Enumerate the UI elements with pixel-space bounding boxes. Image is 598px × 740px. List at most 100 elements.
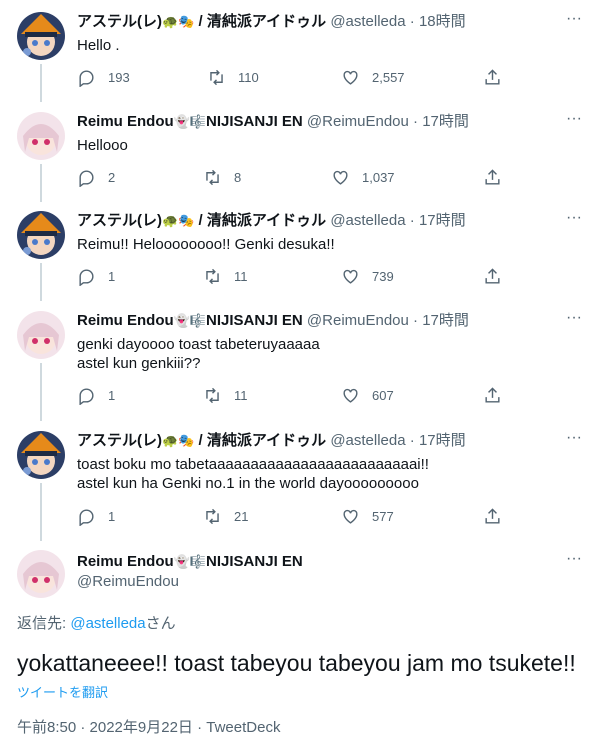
reply-button[interactable]: 1 [77,507,115,526]
like-button[interactable]: 739 [341,267,394,286]
share-icon [485,508,500,524]
retweet-button[interactable]: 21 [203,507,248,526]
share-button[interactable] [483,507,502,531]
tweet-header: Reimu Endou👻🎼NIJISANJI EN @ReimuEndou · … [77,113,469,130]
display-name-suffix[interactable]: / 清純派アイドゥル [194,432,327,449]
thread-line [40,483,42,541]
like-count: 739 [372,269,394,284]
reply-button[interactable]: 193 [77,68,130,87]
tweet[interactable]: アステル(レ)🐢🎭 / 清純派アイドゥル @astelleda · 17時間 ·… [0,210,598,301]
reply-button[interactable]: 1 [77,267,115,286]
thread-line [40,164,42,202]
tweet[interactable]: Reimu Endou👻🎼NIJISANJI EN @ReimuEndou · … [0,111,598,202]
like-button[interactable]: 1,037 [331,168,395,187]
tweet[interactable]: Reimu Endou👻🎼NIJISANJI EN @ReimuEndou · … [0,310,598,421]
share-button[interactable] [483,386,502,410]
more-icon[interactable]: ··· [563,551,585,572]
reply-icon [79,170,94,187]
name-emoji: 👻🎼 [173,313,207,328]
reply-to: 返信先: @astelledaさん [17,612,176,633]
display-name[interactable]: Reimu Endou [77,553,174,570]
display-name[interactable]: Reimu Endou [77,113,174,130]
retweet-count: 8 [234,170,242,185]
retweet-icon [210,69,223,86]
name-emoji: 👻🎼 [173,554,207,569]
reply-button[interactable]: 2 [77,168,115,187]
avatar[interactable] [17,431,65,479]
display-name-suffix[interactable]: NIJISANJI EN [206,312,303,329]
reply-button[interactable]: 1 [77,386,115,405]
name-emoji: 🐢🎭 [162,433,195,448]
like-icon [343,269,358,284]
display-name-suffix[interactable]: / 清純派アイドゥル [194,212,327,229]
more-icon[interactable]: ··· [563,310,585,331]
like-count: 1,037 [362,170,395,185]
share-button[interactable] [483,267,502,291]
tweet[interactable]: アステル(レ)🐢🎭 / 清純派アイドゥル @astelleda · 18時間 ·… [0,11,598,102]
more-icon[interactable]: ··· [563,210,585,231]
handle[interactable]: @astelleda [330,13,405,30]
focused-tweet-header: Reimu Endou👻🎼NIJISANJI EN [77,552,303,572]
like-count: 577 [372,509,394,524]
retweet-button[interactable]: 8 [203,168,241,187]
handle[interactable]: @astelleda [330,432,405,449]
retweet-icon [206,387,219,404]
thread-line [40,363,42,421]
avatar[interactable] [17,311,65,359]
handle[interactable]: @ReimuEndou [307,312,409,329]
like-icon [343,509,358,524]
like-button[interactable]: 607 [341,386,394,405]
display-name[interactable]: Reimu Endou [77,312,174,329]
retweet-button[interactable]: 110 [207,68,259,87]
retweet-button[interactable]: 11 [203,386,248,405]
like-count: 607 [372,388,394,403]
retweet-count: 21 [234,509,249,524]
display-name-suffix[interactable]: NIJISANJI EN [206,553,303,570]
share-icon [485,69,500,85]
like-count: 2,557 [372,70,405,85]
handle[interactable]: @astelleda [330,212,405,229]
like-button[interactable]: 2,557 [341,68,405,87]
reply-count: 1 [108,509,116,524]
like-button[interactable]: 577 [341,507,394,526]
avatar[interactable] [17,12,65,60]
reply-icon [79,269,94,286]
avatar[interactable] [17,112,65,160]
retweet-icon [206,268,219,285]
tweet-meta: 午前8:50 · 2022年9月22日 · TweetDeck [17,719,281,736]
avatar[interactable] [17,211,65,259]
display-name[interactable]: アステル(レ) [77,13,162,30]
share-button[interactable] [483,168,502,192]
timestamp[interactable]: 17時間 [419,432,466,449]
handle[interactable]: @ReimuEndou [77,573,179,590]
reply-icon [79,509,94,526]
like-icon [343,70,358,85]
display-name-suffix[interactable]: / 清純派アイドゥル [194,13,327,30]
retweet-count: 11 [234,269,248,284]
reply-to-link[interactable]: @astelleda [70,615,145,632]
timestamp[interactable]: 17時間 [422,312,469,329]
share-icon [485,169,500,185]
like-icon [343,388,358,403]
retweet-button[interactable]: 11 [203,267,248,286]
translate-link[interactable]: ツイートを翻訳 [17,682,108,701]
display-name-suffix[interactable]: NIJISANJI EN [206,113,303,130]
reply-count: 193 [108,70,130,85]
reply-icon [79,70,94,87]
handle[interactable]: @ReimuEndou [307,113,409,130]
display-name[interactable]: アステル(レ) [77,432,162,449]
more-icon[interactable]: ··· [563,111,585,132]
timestamp[interactable]: 17時間 [422,113,469,130]
more-icon[interactable]: ··· [563,11,585,32]
focused-tweet-text: yokattaneeee!! toast tabeyou tabeyou jam… [17,650,576,676]
like-icon [333,170,348,185]
more-icon[interactable]: ··· [563,430,585,451]
tweet-text: genki dayoooo toast tabeteruyaaaaa astel… [77,336,320,372]
timestamp[interactable]: 17時間 [419,212,466,229]
avatar[interactable] [17,550,65,598]
tweet[interactable]: アステル(レ)🐢🎭 / 清純派アイドゥル @astelleda · 17時間 ·… [0,430,598,541]
display-name[interactable]: アステル(レ) [77,212,162,229]
share-button[interactable] [483,68,502,92]
retweet-icon [206,508,219,525]
timestamp[interactable]: 18時間 [419,13,466,30]
